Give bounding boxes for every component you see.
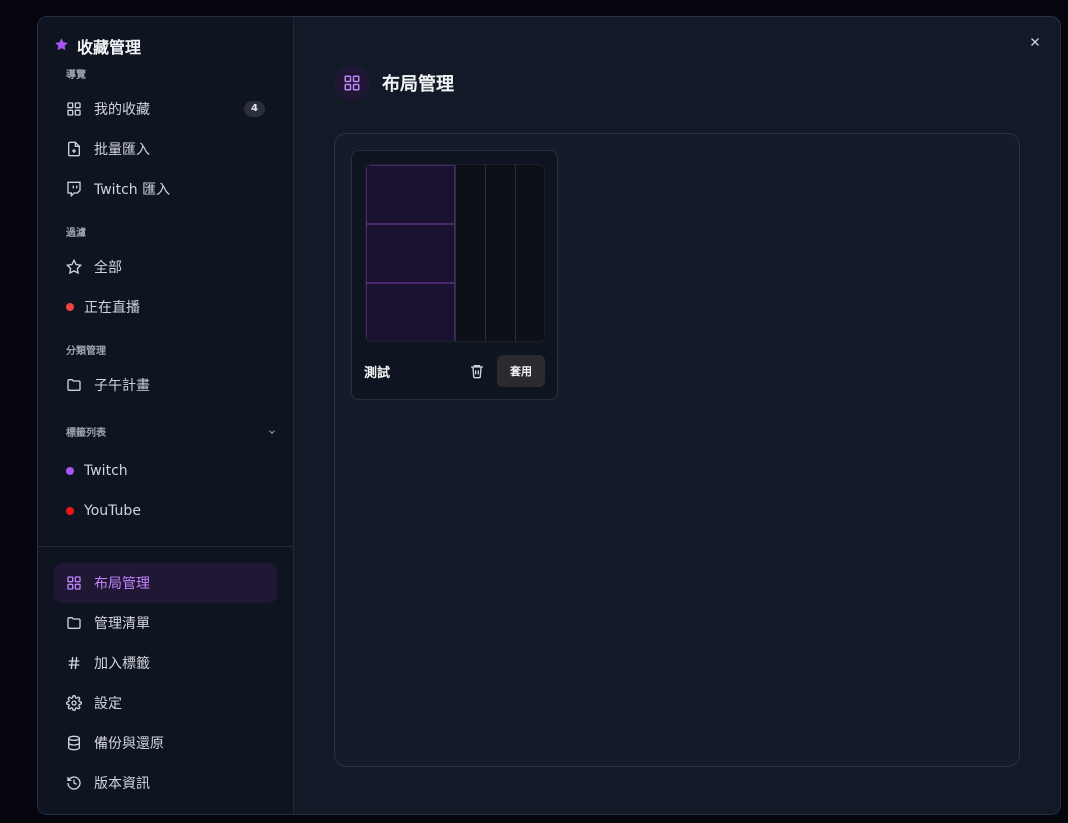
sidebar-item-label: 批量匯入 [94, 142, 150, 158]
favorites-modal: 收藏管理 導覽 我的收藏 4 批量匯入 Twitch 匯入 過濾 全部 正在直播… [37, 16, 1061, 815]
section-label-tags[interactable]: 標籤列表 [54, 427, 277, 441]
sidebar-title: 收藏管理 [77, 38, 142, 57]
sidebar-item-twitch-import[interactable]: Twitch 匯入 [54, 169, 277, 209]
delete-layout-button[interactable] [469, 363, 485, 379]
sidebar-item-label: Twitch [84, 463, 128, 479]
sidebar-item-add-tag[interactable]: 加入標籤 [54, 643, 277, 683]
live-dot-icon [66, 303, 74, 311]
sidebar-item-label: 我的收藏 [94, 102, 150, 118]
sidebar-item-label: 全部 [94, 260, 122, 276]
sidebar-item-tag-twitch[interactable]: Twitch [54, 451, 277, 491]
section-label-filter: 過濾 [66, 228, 86, 239]
sidebar-item-label: 子午計畫 [94, 378, 150, 394]
sidebar-item-category[interactable]: 子午計畫 [54, 365, 277, 405]
preview-column [485, 165, 515, 341]
sidebar: 收藏管理 導覽 我的收藏 4 批量匯入 Twitch 匯入 過濾 全部 正在直播… [38, 17, 294, 814]
main-content: 布局管理 測試 套用 [294, 17, 1060, 814]
sidebar-item-label: 管理清單 [94, 616, 150, 632]
sidebar-item-label: 設定 [94, 696, 122, 712]
history-icon [66, 775, 82, 791]
layout-name: 測試 [364, 365, 391, 381]
apply-layout-button[interactable]: 套用 [497, 355, 545, 387]
preview-cell [366, 283, 455, 341]
preview-column [515, 165, 544, 341]
layouts-panel: 測試 套用 [334, 133, 1020, 767]
sidebar-item-label: 備份與還原 [94, 736, 164, 752]
tag-dot-icon [66, 467, 74, 475]
sidebar-item-manage-list[interactable]: 管理清單 [54, 603, 277, 643]
folder-icon [66, 377, 82, 393]
sidebar-item-layout-manager[interactable]: 布局管理 [54, 563, 277, 603]
count-badge: 4 [244, 101, 265, 117]
close-button[interactable] [1026, 33, 1044, 51]
preview-cell [366, 165, 455, 224]
grid-icon [334, 65, 370, 101]
hash-icon [66, 655, 82, 671]
page-title: 布局管理 [382, 74, 454, 95]
folder-icon [66, 615, 82, 631]
file-plus-icon [66, 141, 82, 157]
sidebar-item-tag-youtube[interactable]: YouTube [54, 491, 277, 531]
section-label-text: 標籤列表 [66, 428, 106, 439]
sidebar-item-version[interactable]: 版本資訊 [54, 763, 277, 803]
sidebar-item-label: 布局管理 [94, 576, 150, 592]
layout-card: 測試 套用 [351, 150, 558, 400]
preview-column [455, 165, 485, 341]
gear-icon [66, 695, 82, 711]
twitch-icon [66, 181, 82, 197]
close-icon [1031, 38, 1039, 46]
section-label-category: 分類管理 [66, 346, 106, 357]
section-label-nav: 導覽 [66, 70, 86, 81]
sidebar-item-bulk-import[interactable]: 批量匯入 [54, 129, 277, 169]
tag-dot-icon [66, 507, 74, 515]
star-icon [54, 37, 69, 55]
chevron-down-icon [267, 427, 277, 442]
sidebar-item-settings[interactable]: 設定 [54, 683, 277, 723]
grid-icon [66, 101, 82, 117]
sidebar-divider [38, 546, 293, 547]
sidebar-item-my-favorites[interactable]: 我的收藏 4 [54, 89, 277, 129]
sidebar-item-label: 加入標籤 [94, 656, 150, 672]
preview-cell [366, 224, 455, 283]
page-header: 布局管理 [334, 65, 454, 101]
database-icon [66, 735, 82, 751]
grid-icon [66, 575, 82, 591]
sidebar-item-label: 版本資訊 [94, 776, 150, 792]
layout-preview[interactable] [365, 164, 545, 342]
sidebar-item-label: YouTube [84, 503, 141, 519]
trash-icon [471, 365, 483, 379]
sidebar-item-label: Twitch 匯入 [94, 182, 171, 198]
sidebar-item-label: 正在直播 [84, 300, 140, 316]
sidebar-item-all[interactable]: 全部 [54, 247, 277, 287]
sidebar-item-backup[interactable]: 備份與還原 [54, 723, 277, 763]
sidebar-header: 收藏管理 [54, 17, 277, 57]
star-outline-icon [66, 259, 82, 275]
sidebar-item-live[interactable]: 正在直播 [54, 287, 277, 327]
